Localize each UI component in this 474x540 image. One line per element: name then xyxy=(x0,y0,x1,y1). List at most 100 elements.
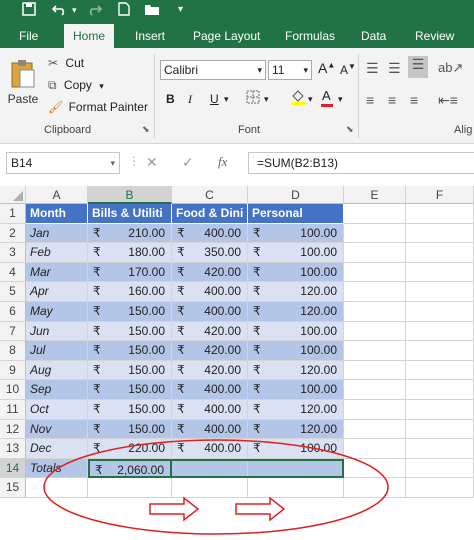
paste-button[interactable]: Paste xyxy=(6,54,40,110)
empty-cell[interactable] xyxy=(344,419,406,440)
save-icon[interactable] xyxy=(22,2,36,19)
empty-cell[interactable] xyxy=(344,243,406,263)
amount-cell[interactable]: ₹420.00 xyxy=(172,360,248,381)
amount-cell[interactable]: ₹150.00 xyxy=(88,341,172,361)
align-top-button[interactable]: ☰ xyxy=(366,60,379,77)
font-color-button[interactable]: A xyxy=(321,88,333,107)
amount-cell[interactable]: ₹120.00 xyxy=(248,419,344,440)
empty-cell[interactable] xyxy=(406,439,474,459)
month-cell[interactable]: Jan xyxy=(26,223,88,244)
grow-font-button[interactable]: A▲ xyxy=(318,60,335,76)
amount-cell[interactable]: ₹100.00 xyxy=(248,321,344,342)
empty-cell[interactable] xyxy=(172,478,248,498)
empty-cell[interactable] xyxy=(344,302,406,322)
amount-cell[interactable]: ₹350.00 xyxy=(172,243,248,263)
dialog-launcher-icon[interactable]: ⬊ xyxy=(346,124,354,135)
amount-cell[interactable]: ₹170.00 xyxy=(88,262,172,283)
align-middle-button[interactable]: ☰ xyxy=(388,60,401,77)
name-box[interactable]: B14 ▾ xyxy=(6,152,120,174)
amount-cell[interactable]: ₹150.00 xyxy=(88,400,172,420)
empty-cell[interactable] xyxy=(344,360,406,381)
table-header-cell[interactable]: Bills & Utiliti xyxy=(88,204,172,224)
amount-cell[interactable]: ₹100.00 xyxy=(248,380,344,400)
row-header-8[interactable]: 8 xyxy=(0,341,26,361)
chevron-down-icon[interactable]: ▾ xyxy=(264,94,269,105)
table-header-cell[interactable]: Month xyxy=(26,204,88,224)
italic-button[interactable]: I xyxy=(188,92,192,107)
amount-cell[interactable]: ₹120.00 xyxy=(248,360,344,381)
amount-cell[interactable]: ₹400.00 xyxy=(172,302,248,322)
amount-cell[interactable]: ₹160.00 xyxy=(88,282,172,302)
cancel-icon[interactable]: ✕ xyxy=(146,154,158,171)
open-folder-icon[interactable] xyxy=(144,2,160,19)
amount-cell[interactable]: ₹100.00 xyxy=(248,439,344,459)
empty-cell[interactable] xyxy=(406,302,474,322)
amount-cell[interactable]: ₹150.00 xyxy=(88,380,172,400)
amount-cell[interactable]: ₹150.00 xyxy=(88,419,172,440)
orientation-button[interactable]: ab↗ xyxy=(438,60,463,76)
amount-cell[interactable]: ₹100.00 xyxy=(248,223,344,244)
chevron-down-icon[interactable]: ▾ xyxy=(72,5,77,16)
fill-color-button[interactable] xyxy=(290,88,306,109)
empty-cell[interactable] xyxy=(406,458,474,479)
amount-cell[interactable]: ₹210.00 xyxy=(88,223,172,244)
amount-cell[interactable]: ₹420.00 xyxy=(172,321,248,342)
month-cell[interactable]: Mar xyxy=(26,262,88,283)
tab-file[interactable]: File xyxy=(10,26,47,48)
amount-cell[interactable]: ₹400.00 xyxy=(172,419,248,440)
amount-cell[interactable]: ₹400.00 xyxy=(172,223,248,244)
amount-cell[interactable]: ₹100.00 xyxy=(248,262,344,283)
bold-button[interactable]: B xyxy=(166,92,175,106)
amount-cell[interactable]: ₹400.00 xyxy=(172,439,248,459)
month-cell[interactable]: Dec xyxy=(26,439,88,459)
align-left-button[interactable]: ≡ xyxy=(366,92,374,108)
amount-cell[interactable]: ₹120.00 xyxy=(248,400,344,420)
row-header-3[interactable]: 3 xyxy=(0,243,26,263)
amount-cell[interactable]: ₹400.00 xyxy=(172,380,248,400)
align-center-button[interactable]: ≡ xyxy=(388,92,396,108)
row-header-9[interactable]: 9 xyxy=(0,360,26,381)
new-document-icon[interactable] xyxy=(118,2,130,19)
month-cell[interactable]: Apr xyxy=(26,282,88,302)
row-header-7[interactable]: 7 xyxy=(0,321,26,342)
month-cell[interactable]: Nov xyxy=(26,419,88,440)
month-cell[interactable]: Feb xyxy=(26,243,88,263)
empty-cell[interactable] xyxy=(406,282,474,302)
empty-cell[interactable] xyxy=(344,478,406,498)
table-header-cell[interactable]: Food & Dini xyxy=(172,204,248,224)
totals-label-cell[interactable]: Totals xyxy=(26,458,88,479)
empty-cell[interactable] xyxy=(344,341,406,361)
row-header-6[interactable]: 6 xyxy=(0,302,26,322)
table-header-cell[interactable]: Personal xyxy=(248,204,344,224)
chevron-down-icon[interactable]: ▾ xyxy=(308,94,313,105)
column-header-d[interactable]: D xyxy=(248,186,344,204)
row-header-10[interactable]: 10 xyxy=(0,380,26,400)
row-header-4[interactable]: 4 xyxy=(0,262,26,283)
amount-cell[interactable]: ₹400.00 xyxy=(172,400,248,420)
enter-icon[interactable]: ✓ xyxy=(182,154,194,171)
empty-cell[interactable] xyxy=(88,478,172,498)
format-painter-button[interactable]: 🖌 Format Painter xyxy=(48,100,148,114)
month-cell[interactable]: Oct xyxy=(26,400,88,420)
row-header-14[interactable]: 14 xyxy=(0,458,26,479)
month-cell[interactable]: Jul xyxy=(26,341,88,361)
empty-cell[interactable] xyxy=(344,204,406,224)
amount-cell[interactable]: ₹150.00 xyxy=(88,360,172,381)
month-cell[interactable]: Sep xyxy=(26,380,88,400)
amount-cell[interactable]: ₹220.00 xyxy=(88,439,172,459)
empty-cell[interactable] xyxy=(406,243,474,263)
column-header-a[interactable]: A xyxy=(26,186,88,204)
align-bottom-button[interactable]: ☰ xyxy=(408,56,428,78)
select-all-button[interactable] xyxy=(0,186,26,204)
empty-cell[interactable] xyxy=(26,478,88,498)
empty-cell[interactable] xyxy=(406,341,474,361)
borders-button[interactable] xyxy=(246,90,260,107)
font-size-select[interactable]: 11 ▾ xyxy=(268,60,312,80)
empty-cell[interactable] xyxy=(344,223,406,244)
empty-cell[interactable] xyxy=(344,282,406,302)
amount-cell[interactable]: ₹120.00 xyxy=(248,282,344,302)
empty-cell[interactable] xyxy=(406,419,474,440)
tab-home[interactable]: Home xyxy=(64,24,115,48)
amount-cell[interactable]: ₹180.00 xyxy=(88,243,172,263)
font-name-select[interactable]: Calibri ▾ xyxy=(160,60,266,80)
